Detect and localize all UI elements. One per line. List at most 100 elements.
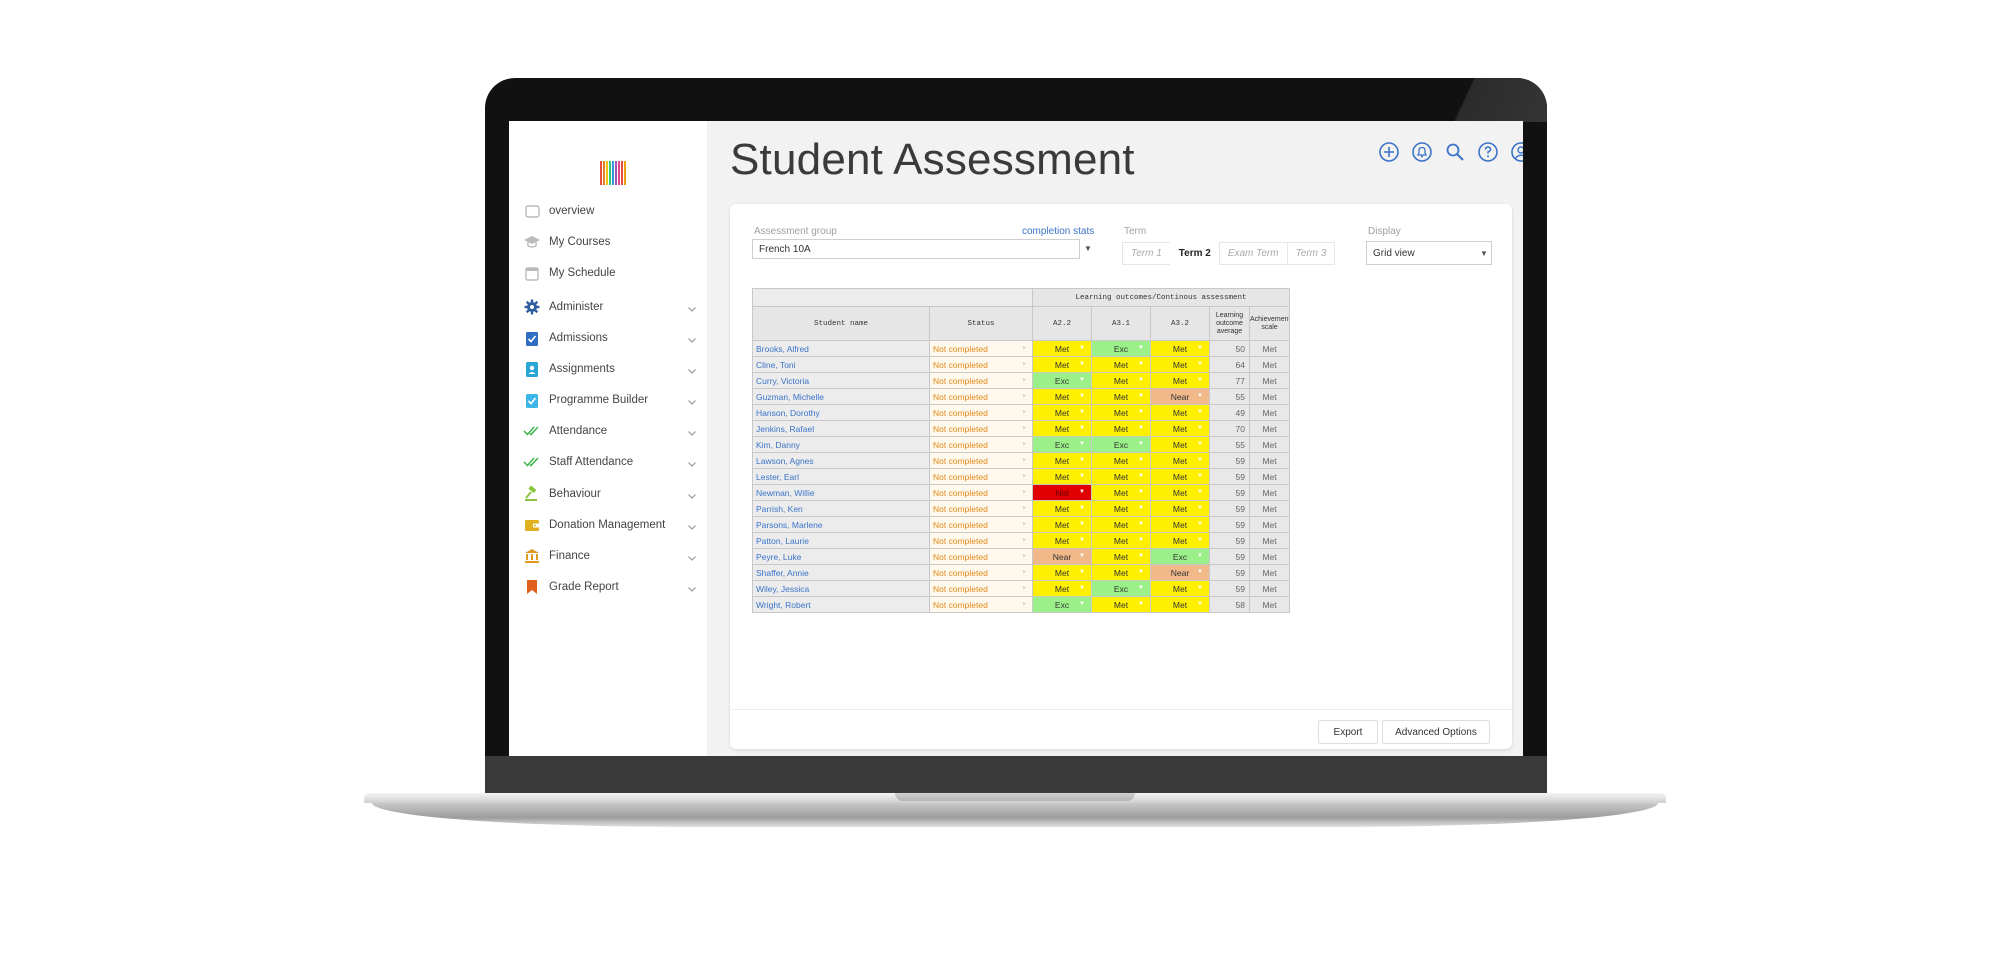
status-cell[interactable]: Not completed ▸ xyxy=(929,356,1033,373)
grade-dropdown[interactable]: Exc ▼ xyxy=(1032,372,1092,389)
tab-term[interactable]: Term 1 xyxy=(1122,242,1171,265)
sidebar-item-grade-report[interactable]: Grade Report xyxy=(523,575,703,599)
chevron-down-icon[interactable] xyxy=(687,425,697,436)
sidebar-item-my-schedule[interactable]: My Schedule xyxy=(523,261,703,285)
sidebar-item-my-courses[interactable]: My Courses xyxy=(523,230,703,254)
chevron-down-icon[interactable] xyxy=(687,394,697,405)
student-name-link[interactable]: Newman, Willie xyxy=(752,484,930,501)
student-name-link[interactable]: Jenkins, Rafael xyxy=(752,420,930,437)
grade-dropdown[interactable]: Met ▼ xyxy=(1032,388,1092,405)
status-cell[interactable]: Not completed ▸ xyxy=(929,548,1033,565)
completion-stats-link[interactable]: completion stats xyxy=(1022,226,1094,237)
export-button[interactable]: Export xyxy=(1318,720,1378,744)
status-cell[interactable]: Not completed ▸ xyxy=(929,516,1033,533)
chevron-down-icon[interactable] xyxy=(687,301,697,312)
status-cell[interactable]: Not completed ▸ xyxy=(929,420,1033,437)
grade-dropdown[interactable]: Met ▼ xyxy=(1150,516,1210,533)
chevron-down-icon[interactable]: ▼ xyxy=(1084,244,1092,253)
grade-dropdown[interactable]: Met ▼ xyxy=(1150,596,1210,613)
grade-dropdown[interactable]: Met ▼ xyxy=(1150,372,1210,389)
grade-dropdown[interactable]: Exc ▼ xyxy=(1150,548,1210,565)
grade-dropdown[interactable]: Met ▼ xyxy=(1091,452,1151,469)
grade-dropdown[interactable]: Met ▼ xyxy=(1150,500,1210,517)
grade-dropdown[interactable]: Met ▼ xyxy=(1032,564,1092,581)
grade-dropdown[interactable]: Met ▼ xyxy=(1150,580,1210,597)
grade-dropdown[interactable]: Met ▼ xyxy=(1091,564,1151,581)
status-cell[interactable]: Not completed ▸ xyxy=(929,484,1033,501)
student-name-link[interactable]: Shaffer, Annie xyxy=(752,564,930,581)
grade-dropdown[interactable]: Not ▼ xyxy=(1032,484,1092,501)
sidebar-item-overview[interactable]: overview xyxy=(523,199,703,223)
add-circle-icon[interactable] xyxy=(1378,141,1400,163)
grade-dropdown[interactable]: Met ▼ xyxy=(1091,356,1151,373)
grade-dropdown[interactable]: Met ▼ xyxy=(1032,500,1092,517)
chevron-down-icon[interactable] xyxy=(687,550,697,561)
grade-dropdown[interactable]: Met ▼ xyxy=(1032,532,1092,549)
status-cell[interactable]: Not completed ▸ xyxy=(929,372,1033,389)
grade-dropdown[interactable]: Met ▼ xyxy=(1150,356,1210,373)
status-cell[interactable]: Not completed ▸ xyxy=(929,452,1033,469)
grade-dropdown[interactable]: Met ▼ xyxy=(1150,484,1210,501)
grade-dropdown[interactable]: Met ▼ xyxy=(1150,468,1210,485)
status-cell[interactable]: Not completed ▸ xyxy=(929,340,1033,357)
grade-dropdown[interactable]: Exc ▼ xyxy=(1032,436,1092,453)
display-select[interactable]: Grid view xyxy=(1366,241,1492,265)
grade-dropdown[interactable]: Met ▼ xyxy=(1032,452,1092,469)
grade-dropdown[interactable]: Met ▼ xyxy=(1091,372,1151,389)
grade-dropdown[interactable]: Met ▼ xyxy=(1091,388,1151,405)
sidebar-item-assignments[interactable]: Assignments xyxy=(523,357,703,381)
chevron-down-icon[interactable] xyxy=(687,519,697,530)
grade-dropdown[interactable]: Exc ▼ xyxy=(1032,596,1092,613)
chevron-down-icon[interactable] xyxy=(687,363,697,374)
status-cell[interactable]: Not completed ▸ xyxy=(929,580,1033,597)
grade-dropdown[interactable]: Met ▼ xyxy=(1150,532,1210,549)
grade-dropdown[interactable]: Met ▼ xyxy=(1091,596,1151,613)
grade-dropdown[interactable]: Met ▼ xyxy=(1150,420,1210,437)
grade-dropdown[interactable]: Met ▼ xyxy=(1032,356,1092,373)
sidebar-item-attendance[interactable]: Attendance xyxy=(523,419,703,443)
student-name-link[interactable]: Kim, Danny xyxy=(752,436,930,453)
grade-dropdown[interactable]: Met ▼ xyxy=(1150,340,1210,357)
student-name-link[interactable]: Hanson, Dorothy xyxy=(752,404,930,421)
status-cell[interactable]: Not completed ▸ xyxy=(929,404,1033,421)
chevron-down-icon[interactable] xyxy=(687,581,697,592)
student-name-link[interactable]: Wright, Robert xyxy=(752,596,930,613)
status-cell[interactable]: Not completed ▸ xyxy=(929,596,1033,613)
grade-dropdown[interactable]: Met ▼ xyxy=(1032,580,1092,597)
grade-dropdown[interactable]: Met ▼ xyxy=(1150,452,1210,469)
chevron-down-icon[interactable] xyxy=(687,332,697,343)
sidebar-item-donation-management[interactable]: Donation Management xyxy=(523,513,703,537)
status-cell[interactable]: Not completed ▸ xyxy=(929,532,1033,549)
tab-term[interactable]: Term 2 xyxy=(1169,242,1220,265)
grade-dropdown[interactable]: Exc ▼ xyxy=(1091,340,1151,357)
grade-dropdown[interactable]: Met ▼ xyxy=(1091,484,1151,501)
sidebar-item-staff-attendance[interactable]: Staff Attendance xyxy=(523,450,703,474)
grade-dropdown[interactable]: Met ▼ xyxy=(1091,548,1151,565)
student-name-link[interactable]: Parsons, Marlene xyxy=(752,516,930,533)
tab-term[interactable]: Term 3 xyxy=(1286,242,1336,265)
grade-dropdown[interactable]: Exc ▼ xyxy=(1091,436,1151,453)
grade-dropdown[interactable]: Near ▼ xyxy=(1032,548,1092,565)
student-name-link[interactable]: Lawson, Agnes xyxy=(752,452,930,469)
advanced-options-button[interactable]: Advanced Options xyxy=(1382,720,1490,744)
grade-dropdown[interactable]: Met ▼ xyxy=(1091,516,1151,533)
grade-dropdown[interactable]: Met ▼ xyxy=(1032,468,1092,485)
tab-term[interactable]: Exam Term xyxy=(1218,242,1288,265)
grade-dropdown[interactable]: Met ▼ xyxy=(1150,436,1210,453)
grade-dropdown[interactable]: Met ▼ xyxy=(1032,420,1092,437)
student-name-link[interactable]: Cline, Toni xyxy=(752,356,930,373)
status-cell[interactable]: Not completed ▸ xyxy=(929,468,1033,485)
sidebar-item-administer[interactable]: Administer xyxy=(523,295,703,319)
user-circle-icon[interactable] xyxy=(1510,141,1523,163)
grade-dropdown[interactable]: Exc ▼ xyxy=(1091,580,1151,597)
chevron-down-icon[interactable] xyxy=(687,488,697,499)
status-cell[interactable]: Not completed ▸ xyxy=(929,436,1033,453)
grade-dropdown[interactable]: Met ▼ xyxy=(1150,404,1210,421)
student-name-link[interactable]: Peyre, Luke xyxy=(752,548,930,565)
search-icon[interactable] xyxy=(1444,141,1466,163)
student-name-link[interactable]: Brooks, Alfred xyxy=(752,340,930,357)
grade-dropdown[interactable]: Near ▼ xyxy=(1150,388,1210,405)
grade-dropdown[interactable]: Met ▼ xyxy=(1032,340,1092,357)
sidebar-item-finance[interactable]: Finance xyxy=(523,544,703,568)
sidebar-item-programme-builder[interactable]: Programme Builder xyxy=(523,388,703,412)
